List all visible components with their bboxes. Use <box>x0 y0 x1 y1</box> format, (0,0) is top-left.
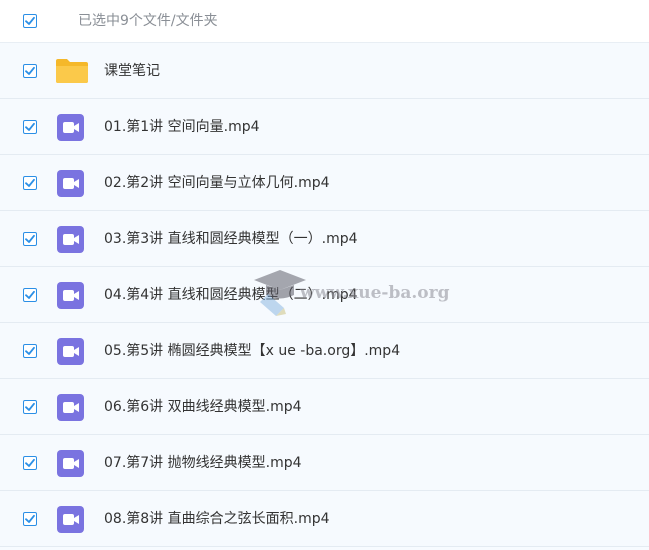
item-checkbox[interactable] <box>23 400 37 414</box>
file-list: 课堂笔记 01.第1讲 空间向量.mp4 02.第2讲 空间向量与立体几何.mp… <box>0 43 649 547</box>
item-name: 08.第8讲 直曲综合之弦长面积.mp4 <box>104 511 330 527</box>
list-item-video[interactable]: 02.第2讲 空间向量与立体几何.mp4 <box>0 155 649 211</box>
item-name: 01.第1讲 空间向量.mp4 <box>104 119 260 135</box>
checkmark-icon <box>25 16 35 25</box>
video-file-icon <box>57 506 84 533</box>
checkmark-icon <box>25 66 35 75</box>
video-file-icon <box>57 338 84 365</box>
item-name: 课堂笔记 <box>104 63 160 79</box>
item-checkbox[interactable] <box>23 176 37 190</box>
checkmark-icon <box>25 458 35 467</box>
selection-header: 已选中9个文件/文件夹 <box>0 0 649 43</box>
video-file-icon <box>57 170 84 197</box>
checkmark-icon <box>25 122 35 131</box>
list-item-video[interactable]: 07.第7讲 抛物线经典模型.mp4 <box>0 435 649 491</box>
list-item-video[interactable]: 01.第1讲 空间向量.mp4 <box>0 99 649 155</box>
item-name: 06.第6讲 双曲线经典模型.mp4 <box>104 399 302 415</box>
item-checkbox[interactable] <box>23 232 37 246</box>
checkmark-icon <box>25 402 35 411</box>
video-file-icon <box>57 226 84 253</box>
item-checkbox[interactable] <box>23 344 37 358</box>
item-name: 05.第5讲 椭圆经典模型【x ue -ba.org】.mp4 <box>104 343 401 359</box>
checkmark-icon <box>25 514 35 523</box>
selection-count-text: 已选中9个文件/文件夹 <box>78 13 218 29</box>
video-file-icon <box>57 450 84 477</box>
item-checkbox[interactable] <box>23 512 37 526</box>
checkmark-icon <box>25 178 35 187</box>
item-name: 07.第7讲 抛物线经典模型.mp4 <box>104 455 302 471</box>
item-checkbox[interactable] <box>23 288 37 302</box>
checkmark-icon <box>25 234 35 243</box>
list-item-folder[interactable]: 课堂笔记 <box>0 43 649 99</box>
item-name: 03.第3讲 直线和圆经典模型（一）.mp4 <box>104 231 358 247</box>
video-file-icon <box>57 114 84 141</box>
select-all-checkbox[interactable] <box>23 14 37 28</box>
checkmark-icon <box>25 346 35 355</box>
item-checkbox[interactable] <box>23 456 37 470</box>
list-item-video[interactable]: 05.第5讲 椭圆经典模型【x ue -ba.org】.mp4 <box>0 323 649 379</box>
item-checkbox[interactable] <box>23 64 37 78</box>
file-list-panel: 已选中9个文件/文件夹 课堂笔记 01.第1讲 空间向量.mp4 02.第2讲 … <box>0 0 649 550</box>
item-checkbox[interactable] <box>23 120 37 134</box>
list-item-video[interactable]: 06.第6讲 双曲线经典模型.mp4 <box>0 379 649 435</box>
video-file-icon <box>57 282 84 309</box>
list-item-video[interactable]: 03.第3讲 直线和圆经典模型（一）.mp4 <box>0 211 649 267</box>
list-item-video[interactable]: 08.第8讲 直曲综合之弦长面积.mp4 <box>0 491 649 547</box>
video-file-icon <box>57 394 84 421</box>
list-item-video[interactable]: 04.第4讲 直线和圆经典模型（二）.mp4 <box>0 267 649 323</box>
folder-icon <box>56 59 88 83</box>
checkmark-icon <box>25 290 35 299</box>
item-name: 04.第4讲 直线和圆经典模型（二）.mp4 <box>104 287 358 303</box>
item-name: 02.第2讲 空间向量与立体几何.mp4 <box>104 175 330 191</box>
